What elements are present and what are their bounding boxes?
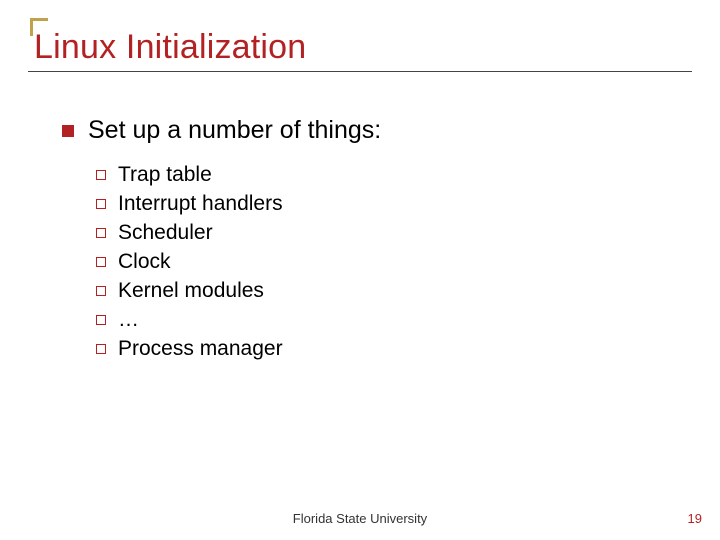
list-item-text: Scheduler: [118, 221, 213, 245]
hollow-square-bullet-icon: [96, 199, 106, 209]
bullet-level1: Set up a number of things:: [62, 116, 692, 145]
page-number: 19: [688, 511, 702, 526]
list-item: Kernel modules: [96, 279, 692, 303]
sublist: Trap table Interrupt handlers Scheduler …: [96, 163, 692, 361]
hollow-square-bullet-icon: [96, 170, 106, 180]
list-item-text: Clock: [118, 250, 171, 274]
square-bullet-icon: [62, 125, 74, 137]
slide: Linux Initialization Set up a number of …: [0, 0, 720, 540]
title-wrap: Linux Initialization: [28, 18, 692, 72]
list-item: Clock: [96, 250, 692, 274]
list-item-text: Trap table: [118, 163, 212, 187]
hollow-square-bullet-icon: [96, 257, 106, 267]
list-item-text: Kernel modules: [118, 279, 264, 303]
list-item: Interrupt handlers: [96, 192, 692, 216]
heading-text: Set up a number of things:: [88, 116, 381, 145]
list-item: …: [96, 308, 692, 332]
slide-content: Set up a number of things: Trap table In…: [62, 116, 692, 361]
hollow-square-bullet-icon: [96, 315, 106, 325]
list-item-text: Interrupt handlers: [118, 192, 283, 216]
hollow-square-bullet-icon: [96, 228, 106, 238]
list-item: Trap table: [96, 163, 692, 187]
hollow-square-bullet-icon: [96, 286, 106, 296]
hollow-square-bullet-icon: [96, 344, 106, 354]
footer-center: Florida State University: [0, 511, 720, 526]
list-item-text: …: [118, 308, 139, 332]
list-item-text: Process manager: [118, 337, 283, 361]
list-item: Scheduler: [96, 221, 692, 245]
title-accent-corner: [30, 18, 48, 36]
list-item: Process manager: [96, 337, 692, 361]
slide-title: Linux Initialization: [28, 28, 692, 72]
